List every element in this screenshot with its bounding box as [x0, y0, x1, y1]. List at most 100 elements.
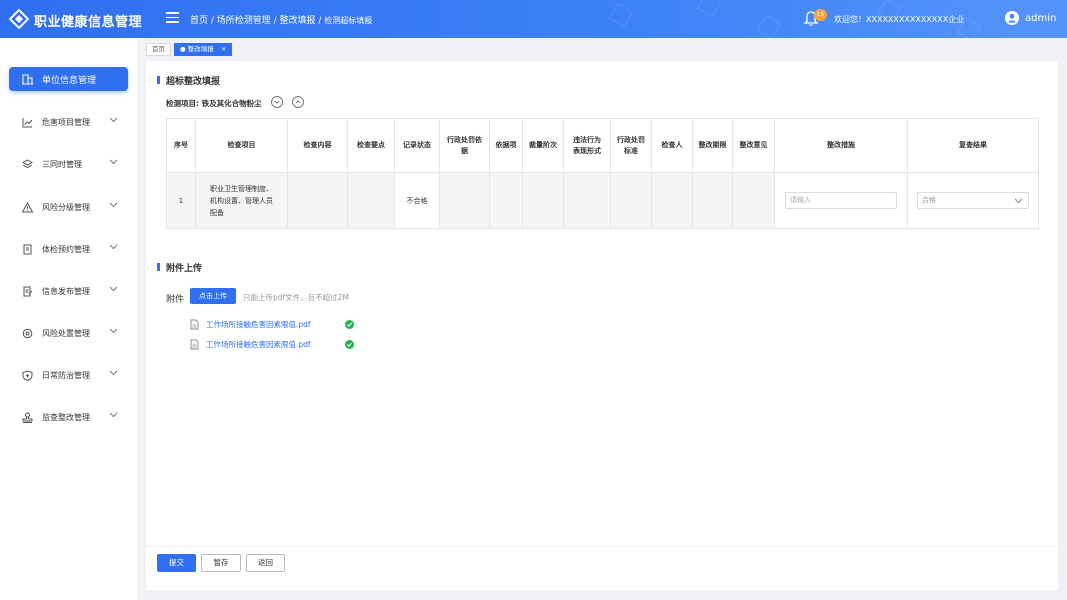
file-name[interactable]: 工作场所接触危害因素限值.pdf — [206, 339, 311, 350]
sidebar-item-medical-exam[interactable]: 体检预约管理 — [9, 237, 128, 261]
chevron-down-icon — [109, 286, 118, 292]
chevron-down-icon — [109, 244, 118, 250]
recheck-value: 合格 — [922, 196, 936, 204]
sidebar-item-risk-grading[interactable]: 风险分级管理 — [9, 195, 128, 219]
sidebar-item-risk-handling[interactable]: 风险处置管理 — [9, 321, 128, 345]
sidebar-item-label: 体检预约管理 — [42, 244, 90, 254]
chevron-down-icon — [109, 412, 118, 418]
decor-hexagon — [696, 0, 722, 18]
check-circle-icon — [345, 340, 354, 349]
sidebar-item-label: 单位信息管理 — [42, 75, 97, 86]
settings-refresh-icon — [21, 327, 34, 340]
col-header: 行政处罚标准 — [610, 118, 652, 173]
sidebar-item-label: 信息发布管理 — [42, 286, 90, 296]
cell-empty — [610, 172, 652, 229]
decor-hexagon — [756, 14, 782, 38]
sidebar-item-daily-prevention[interactable]: 日常防治管理 — [9, 363, 128, 387]
menu-toggle-icon[interactable] — [166, 12, 179, 24]
layers-icon — [21, 158, 34, 171]
table-row: 1 职业卫生管理制度、机构设置、管理人员配备 不合格 请输入 合格 — [166, 172, 1039, 229]
col-header: 复查结果 — [907, 118, 1039, 173]
sidebar: 单位信息管理 危害项目管理 三同时管理 风险分级管理 体检预约管理 信息发布管理… — [0, 38, 137, 600]
warning-icon — [21, 201, 34, 214]
measure-input[interactable]: 请输入 — [785, 192, 897, 209]
col-header: 整改意见 — [732, 118, 775, 173]
col-header: 记录状态 — [394, 118, 440, 173]
sidebar-item-label: 风险处置管理 — [42, 328, 90, 338]
sidebar-item-label: 三同时管理 — [42, 159, 82, 169]
col-header: 检查项目 — [195, 118, 288, 173]
recheck-select[interactable]: 合格 — [917, 192, 1029, 209]
chevron-down-icon — [109, 202, 118, 208]
chevron-down-icon — [109, 328, 118, 334]
breadcrumb-path[interactable]: 首页 / 场所检测管理 / 整改填报 / — [190, 16, 324, 26]
back-button[interactable]: 返回 — [246, 554, 285, 572]
col-header: 检查人 — [651, 118, 693, 173]
file-name[interactable]: 工作场所接触危害因素限值.pdf — [206, 319, 311, 330]
cell-empty — [732, 172, 775, 229]
notification-badge: 15 — [814, 9, 827, 21]
tab-close-icon[interactable]: × — [221, 45, 226, 53]
sidebar-item-hazard[interactable]: 危害项目管理 — [9, 110, 128, 134]
table-header-row: 序号 检查项目 检查内容 检查要点 记录状态 行政处罚依据 依据项 裁量阶次 违… — [166, 118, 1039, 173]
cell-empty — [347, 172, 395, 229]
footer-divider — [146, 546, 1058, 547]
cell-empty — [489, 172, 523, 229]
chevron-down-icon — [109, 117, 118, 123]
col-header: 行政处罚依据 — [439, 118, 490, 173]
sidebar-item-label: 日常防治管理 — [42, 370, 90, 380]
upload-hint: 只能上传pdf文件，且不超过2M — [243, 293, 349, 302]
logo-icon — [9, 9, 29, 29]
cell-status: 不合格 — [394, 172, 440, 229]
submit-button[interactable]: 提交 — [157, 554, 196, 572]
file-item: 工作场所接触危害因素限值.pdf — [190, 318, 354, 330]
breadcrumb: 首页 / 场所检测管理 / 整改填报 / 检测超标填报 — [190, 13, 372, 26]
expand-down-icon[interactable] — [271, 96, 283, 108]
col-header: 检查内容 — [287, 118, 348, 173]
col-header: 裁量阶次 — [522, 118, 564, 173]
sidebar-item-inspection-rectify[interactable]: 监查整改管理 — [9, 405, 128, 429]
check-circle-icon — [345, 320, 354, 329]
tab-rectify[interactable]: ● 整改填报 × — [174, 43, 233, 56]
save-draft-button[interactable]: 暂存 — [201, 554, 241, 572]
sidebar-item-unit-info[interactable]: 单位信息管理 — [9, 67, 128, 91]
upload-button[interactable]: 点击上传 — [190, 288, 236, 304]
clipboard-icon — [21, 243, 34, 256]
tab-label: ● 整改填报 — [180, 45, 214, 53]
project-label: 检测项目: 铁及其化合物粉尘 — [166, 99, 262, 108]
cell-empty — [287, 172, 348, 229]
chevron-down-icon — [1014, 198, 1023, 204]
cell-empty — [563, 172, 611, 229]
cell-measure: 请输入 — [774, 172, 908, 229]
col-header: 依据项 — [489, 118, 523, 173]
col-header: 检查要点 — [347, 118, 395, 173]
file-icon — [190, 339, 199, 349]
sidebar-item-label: 风险分级管理 — [42, 202, 90, 212]
section-title-rectify: 超标整改填报 — [157, 74, 220, 87]
stamp-icon — [21, 411, 34, 424]
cell-index: 1 — [166, 172, 196, 229]
rectify-table: 序号 检查项目 检查内容 检查要点 记录状态 行政处罚依据 依据项 裁量阶次 违… — [166, 118, 1039, 229]
cell-recheck: 合格 — [907, 172, 1039, 229]
col-header: 整改期限 — [692, 118, 733, 173]
tab-home[interactable]: 首页 — [146, 43, 171, 56]
cell-empty — [692, 172, 733, 229]
main-panel: 超标整改填报 检测项目: 铁及其化合物粉尘 序号 检查项目 检查内容 检查要点 … — [146, 61, 1058, 590]
username[interactable]: admin — [1025, 13, 1056, 24]
user-avatar-icon[interactable] — [1005, 11, 1019, 25]
cell-empty — [522, 172, 564, 229]
decor-hexagon — [608, 2, 634, 28]
sidebar-item-three-simultaneous[interactable]: 三同时管理 — [9, 152, 128, 176]
cell-empty — [439, 172, 490, 229]
shield-icon — [21, 369, 34, 382]
sidebar-item-info-publish[interactable]: 信息发布管理 — [9, 279, 128, 303]
line-chart-icon — [21, 116, 34, 129]
sidebar-item-label: 监查整改管理 — [42, 412, 90, 422]
welcome-text: 欢迎您！XXXXXXXXXXXXXXX企业 — [834, 15, 965, 24]
top-header: 职业健康信息管理 首页 / 场所检测管理 / 整改填报 / 检测超标填报 15 … — [0, 0, 1067, 38]
cell-empty — [651, 172, 693, 229]
col-header: 整改措施 — [774, 118, 908, 173]
file-icon — [190, 319, 199, 329]
cell-check-item: 职业卫生管理制度、机构设置、管理人员配备 — [195, 172, 288, 229]
collapse-up-icon[interactable] — [292, 96, 304, 108]
